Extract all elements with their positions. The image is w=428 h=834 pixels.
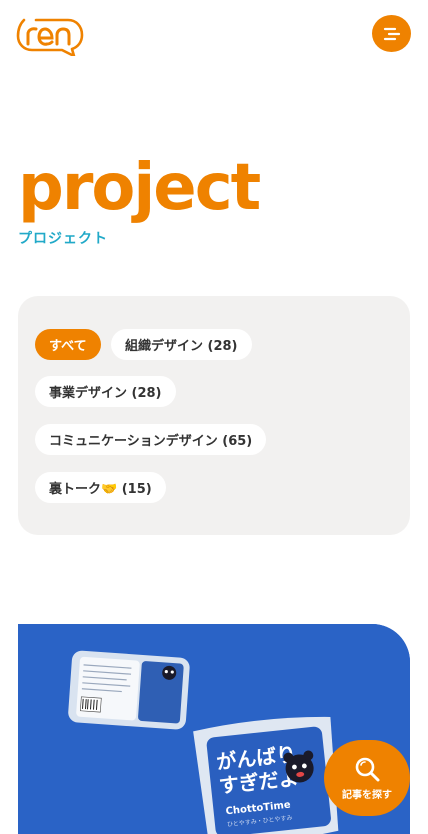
hamburger-menu-icon <box>383 27 400 40</box>
filter-chip-behind-talk[interactable]: 裏トーク🤝 (15) <box>35 472 166 503</box>
filter-chip-all[interactable]: すべて <box>35 329 101 360</box>
page-subtitle: プロジェクト <box>18 231 108 247</box>
page-title: project <box>18 151 261 225</box>
search-articles-label: 記事を探す <box>342 790 392 801</box>
page-hero: project プロジェクト <box>18 150 261 248</box>
filter-chip-communication-design[interactable]: コミュニケーションデザイン (65) <box>35 424 267 455</box>
category-filter-panel: すべて 組織デザイン (28) 事業デザイン (28) コミュニケーションデザイ… <box>18 296 410 535</box>
ren-logo[interactable] <box>16 14 84 56</box>
package-back <box>68 650 190 730</box>
search-articles-button[interactable]: 記事を探す <box>324 740 410 816</box>
package-front: がんばり すぎだよ ChottoTime ひとやすみ・ひとやすみ <box>193 716 339 834</box>
filter-chip-business-design[interactable]: 事業デザイン (28) <box>35 376 176 407</box>
filter-chip-organization-design[interactable]: 組織デザイン (28) <box>111 329 252 360</box>
site-header: ren <box>0 0 428 70</box>
menu-button[interactable] <box>372 15 411 52</box>
magnifier-icon <box>355 757 380 782</box>
